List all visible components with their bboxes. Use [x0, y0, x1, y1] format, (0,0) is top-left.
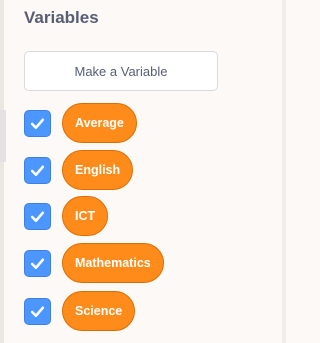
variable-row-average: Average [24, 103, 137, 143]
variable-checkbox-average[interactable] [24, 109, 51, 137]
variable-checkbox-ict[interactable] [24, 202, 51, 230]
check-icon [30, 118, 45, 129]
variable-checkbox-science[interactable] [24, 297, 51, 325]
variable-checkbox-english[interactable] [24, 156, 51, 184]
check-icon [30, 258, 45, 269]
variables-heading: Variables [24, 8, 99, 27]
variable-block-ict[interactable]: ICT [62, 196, 109, 236]
variable-row-mathematics: Mathematics [24, 243, 164, 283]
panel-right-border [282, 0, 286, 343]
variable-block-science[interactable]: Science [62, 291, 136, 331]
variable-checkbox-mathematics[interactable] [24, 249, 51, 277]
check-icon [30, 306, 45, 317]
panel-left-accent [0, 110, 6, 162]
check-icon [30, 211, 45, 222]
variable-block-average[interactable]: Average [62, 103, 137, 143]
variable-block-mathematics[interactable]: Mathematics [62, 243, 164, 283]
check-icon [30, 165, 45, 176]
variable-row-science: Science [24, 291, 136, 331]
make-variable-button[interactable]: Make a Variable [24, 51, 218, 91]
panel-left-border [0, 0, 4, 343]
variable-block-english[interactable]: English [62, 150, 134, 190]
variable-row-ict: ICT [24, 196, 109, 236]
variable-row-english: English [24, 150, 134, 190]
